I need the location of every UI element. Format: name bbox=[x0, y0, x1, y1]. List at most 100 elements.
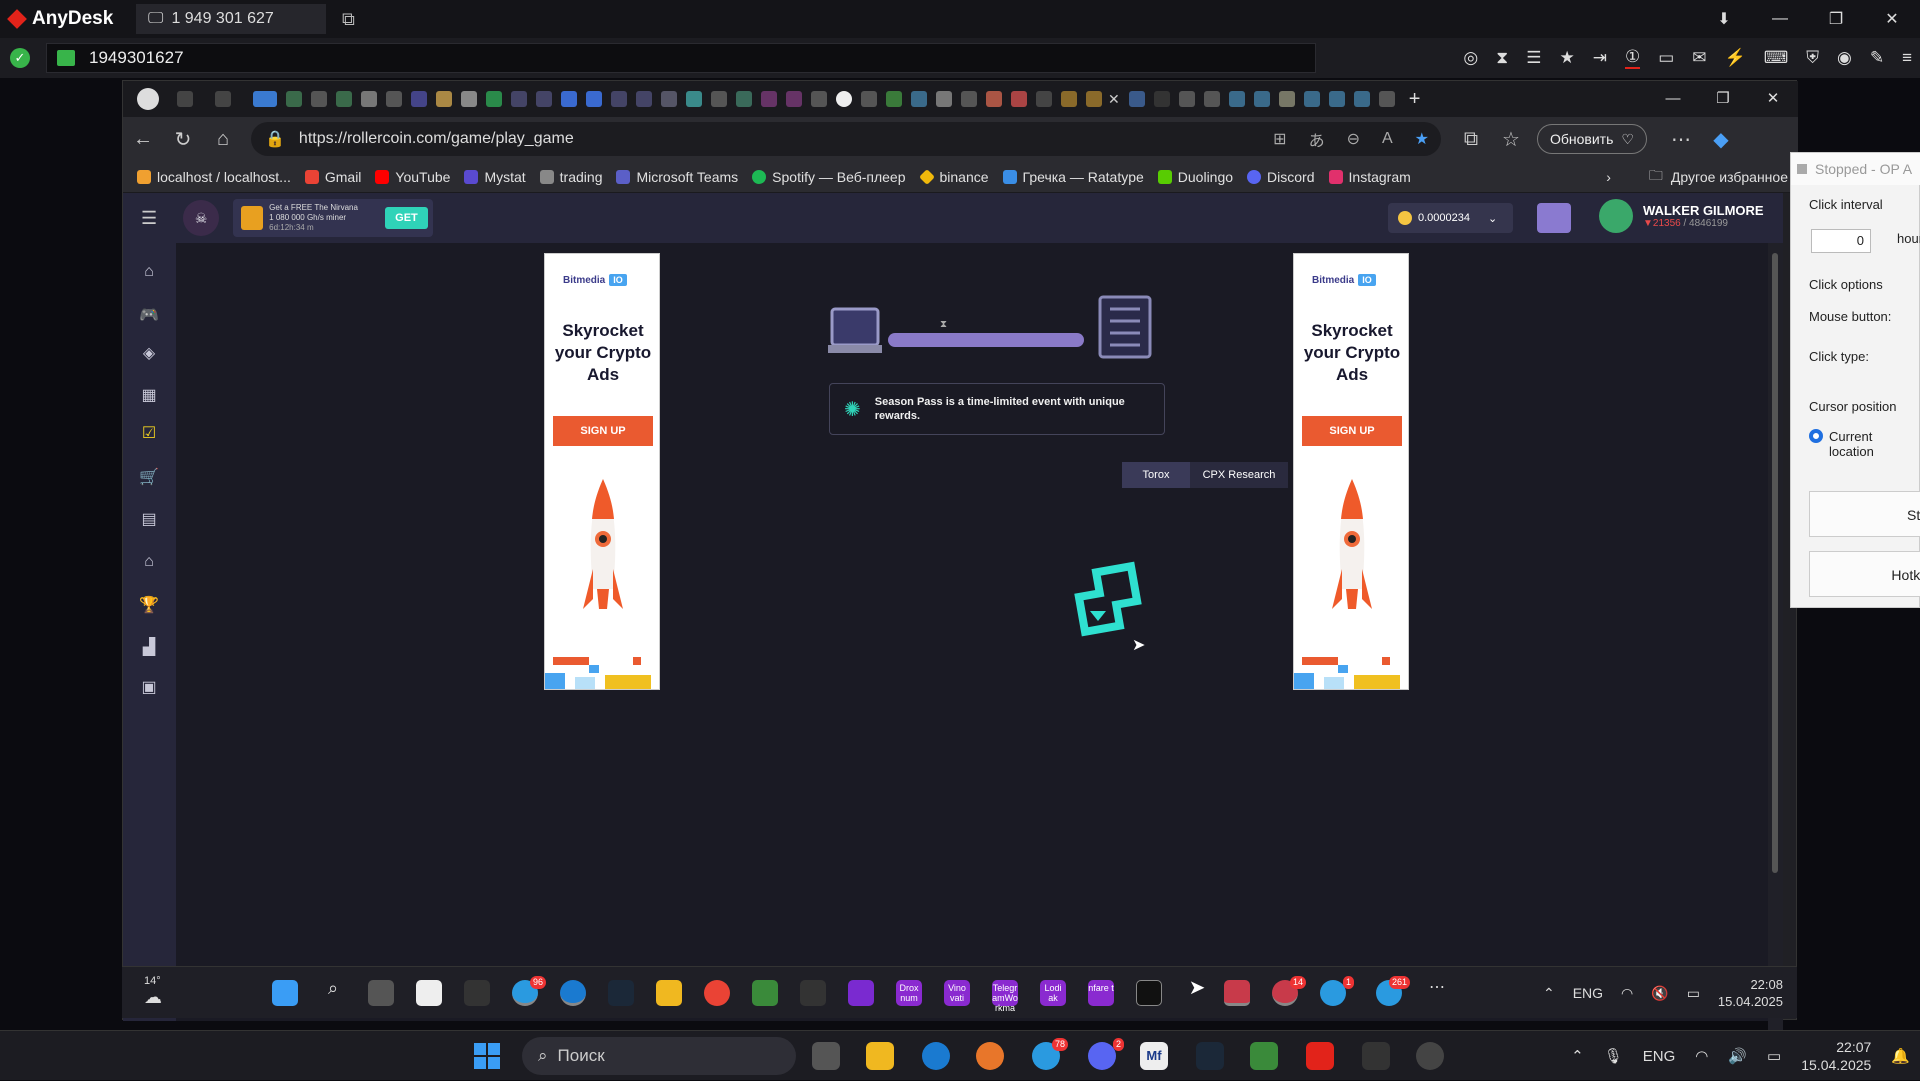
apps-icon[interactable]: ⊞ bbox=[1273, 129, 1286, 149]
notepad-icon[interactable] bbox=[752, 980, 778, 1006]
bookmark-item[interactable]: Spotify — Веб-плеер bbox=[752, 169, 906, 185]
telegram-icon[interactable]: 78 bbox=[1032, 1038, 1068, 1070]
tab-favicon[interactable] bbox=[286, 91, 302, 107]
tab-favicon[interactable] bbox=[561, 91, 577, 107]
leaderboard-icon[interactable]: ▟ bbox=[139, 637, 159, 656]
hourglass-icon[interactable]: ⧗ bbox=[1496, 48, 1508, 68]
record-icon[interactable]: ◉ bbox=[1837, 48, 1852, 68]
fl-studio-icon[interactable] bbox=[976, 1042, 1004, 1070]
telegram-2-icon[interactable]: 1 bbox=[1320, 976, 1354, 1006]
telegram-icon[interactable]: 96 bbox=[512, 976, 546, 1006]
chrome-icon[interactable] bbox=[704, 980, 730, 1006]
volume-muted-icon[interactable]: 🔇 bbox=[1651, 985, 1668, 1002]
tab-favicon[interactable] bbox=[361, 91, 377, 107]
home-icon[interactable]: ⌂ bbox=[139, 263, 159, 281]
steam-icon[interactable] bbox=[1196, 1042, 1224, 1070]
tray-chevron-icon[interactable]: ⌃ bbox=[1543, 985, 1555, 1002]
tab-favicon[interactable] bbox=[686, 91, 702, 107]
ad-signup-button[interactable]: SIGN UP bbox=[1302, 416, 1402, 446]
new-session-icon[interactable]: ⧉ bbox=[342, 9, 355, 30]
bookmark-item[interactable]: Instagram bbox=[1328, 169, 1411, 185]
tab-favicon[interactable] bbox=[636, 91, 652, 107]
hamburger-menu-icon[interactable]: ☰ bbox=[141, 208, 157, 229]
tab-favicon[interactable] bbox=[1253, 91, 1270, 107]
vino-vati-app[interactable]: Vino vati bbox=[944, 980, 970, 1006]
back-icon[interactable]: ← bbox=[123, 128, 163, 151]
home-icon[interactable]: ⌂ bbox=[203, 128, 243, 151]
tab-favicon[interactable] bbox=[1328, 91, 1345, 107]
clock[interactable]: 22:07 15.04.2025 bbox=[1801, 1038, 1871, 1074]
tab-favicon[interactable] bbox=[711, 91, 727, 107]
snip-tool-icon[interactable] bbox=[1224, 980, 1250, 1006]
tab-close-icon[interactable]: ✕ bbox=[1108, 91, 1120, 108]
volume-icon[interactable]: 🔊 bbox=[1728, 1047, 1747, 1065]
explorer-icon[interactable] bbox=[866, 1042, 894, 1070]
tab-favicon[interactable] bbox=[761, 91, 777, 107]
chevron-right-icon[interactable]: › bbox=[1606, 169, 1611, 185]
monitor-1-icon[interactable]: ① bbox=[1624, 47, 1641, 69]
tab-favicon[interactable] bbox=[536, 91, 552, 107]
update-button[interactable]: Обновить ♡ bbox=[1537, 124, 1647, 154]
drox-num-app[interactable]: Drox num bbox=[896, 980, 922, 1006]
read-aloud-icon[interactable]: A bbox=[1382, 130, 1393, 148]
zoom-icon[interactable]: ⊖ bbox=[1347, 129, 1360, 149]
tab-favicon[interactable] bbox=[736, 91, 752, 107]
bookmark-item[interactable]: binance bbox=[918, 169, 989, 185]
more-icon[interactable]: ⋯ bbox=[1661, 127, 1701, 152]
tab-favicon[interactable] bbox=[253, 91, 277, 107]
anydesk-icon[interactable] bbox=[1306, 1042, 1334, 1070]
explorer-icon[interactable] bbox=[656, 980, 682, 1006]
vpn-icon[interactable] bbox=[464, 980, 490, 1006]
app-icon[interactable] bbox=[848, 980, 874, 1006]
new-tab-icon[interactable]: + bbox=[1409, 88, 1421, 111]
promo-banner[interactable]: Get a FREE The Nirvana 1 080 000 Gh/s mi… bbox=[233, 199, 434, 237]
tab-favicon[interactable] bbox=[1086, 91, 1102, 107]
bookmark-item[interactable]: Duolingo bbox=[1157, 169, 1233, 185]
tab-favicon[interactable] bbox=[1036, 91, 1052, 107]
tab-favicon[interactable] bbox=[811, 91, 827, 107]
display-icon[interactable]: ▭ bbox=[1658, 48, 1674, 68]
bookmark-item[interactable]: Discord bbox=[1247, 169, 1315, 185]
more-apps-icon[interactable]: ⋯ bbox=[1424, 980, 1450, 1006]
clock[interactable]: 22:08 15.04.2025 bbox=[1718, 976, 1783, 1010]
battery-icon[interactable]: ▭ bbox=[1767, 1047, 1781, 1065]
tab-favicon[interactable] bbox=[786, 91, 802, 107]
tab-favicon[interactable] bbox=[861, 91, 877, 107]
tab-actions-icon[interactable] bbox=[215, 91, 231, 107]
obs-icon[interactable] bbox=[1416, 1042, 1444, 1070]
page-scrollbar[interactable] bbox=[1768, 243, 1783, 1071]
edge-icon[interactable] bbox=[922, 1042, 950, 1070]
tasks-icon[interactable]: ☑ bbox=[139, 423, 159, 442]
telegram-alt-icon[interactable]: 14 bbox=[1272, 976, 1306, 1006]
language-indicator[interactable]: ENG bbox=[1643, 1048, 1676, 1065]
star-icon[interactable]: ★ bbox=[1559, 48, 1574, 68]
hotkey-button[interactable]: Hotke bbox=[1809, 551, 1920, 597]
tab-favicon[interactable] bbox=[986, 91, 1002, 107]
tab-favicon[interactable] bbox=[1061, 91, 1077, 107]
bookmark-item[interactable]: localhost / localhost... bbox=[137, 169, 291, 185]
bookmark-item[interactable]: YouTube bbox=[375, 169, 450, 185]
ad-signup-button[interactable]: SIGN UP bbox=[553, 416, 653, 446]
nfaret-app[interactable]: nfare t bbox=[1088, 980, 1114, 1006]
hours-input[interactable]: 0 bbox=[1811, 229, 1871, 253]
cart-icon[interactable]: 🛒 bbox=[139, 467, 159, 486]
notification-bell-icon[interactable]: 🔔 bbox=[1891, 1047, 1910, 1065]
app-icon[interactable] bbox=[1362, 1042, 1390, 1070]
store-icon[interactable] bbox=[368, 980, 394, 1006]
tab-favicon[interactable] bbox=[336, 91, 352, 107]
tab-favicon[interactable] bbox=[911, 91, 927, 107]
weather-widget[interactable]: 14° ☁ bbox=[144, 975, 162, 1008]
task-view-icon[interactable] bbox=[812, 1042, 840, 1070]
room-icon[interactable]: ⌂ bbox=[139, 553, 159, 571]
tray-chevron-icon[interactable]: ⌃ bbox=[1571, 1047, 1584, 1065]
news-icon[interactable]: ▣ bbox=[139, 677, 159, 696]
steam-icon[interactable] bbox=[608, 980, 634, 1006]
scrollbar-thumb[interactable] bbox=[1772, 253, 1778, 873]
wifi-icon[interactable]: ◠ bbox=[1695, 1047, 1708, 1065]
events-icon[interactable]: ▦ bbox=[139, 385, 159, 404]
lodiak-app[interactable]: Lodi ak bbox=[1040, 980, 1066, 1006]
browser-minimize-button[interactable]: — bbox=[1648, 81, 1698, 117]
language-indicator[interactable]: ENG bbox=[1573, 985, 1603, 1001]
tab-favicon[interactable] bbox=[886, 91, 902, 107]
bookmark-item[interactable]: Microsoft Teams bbox=[616, 169, 738, 185]
